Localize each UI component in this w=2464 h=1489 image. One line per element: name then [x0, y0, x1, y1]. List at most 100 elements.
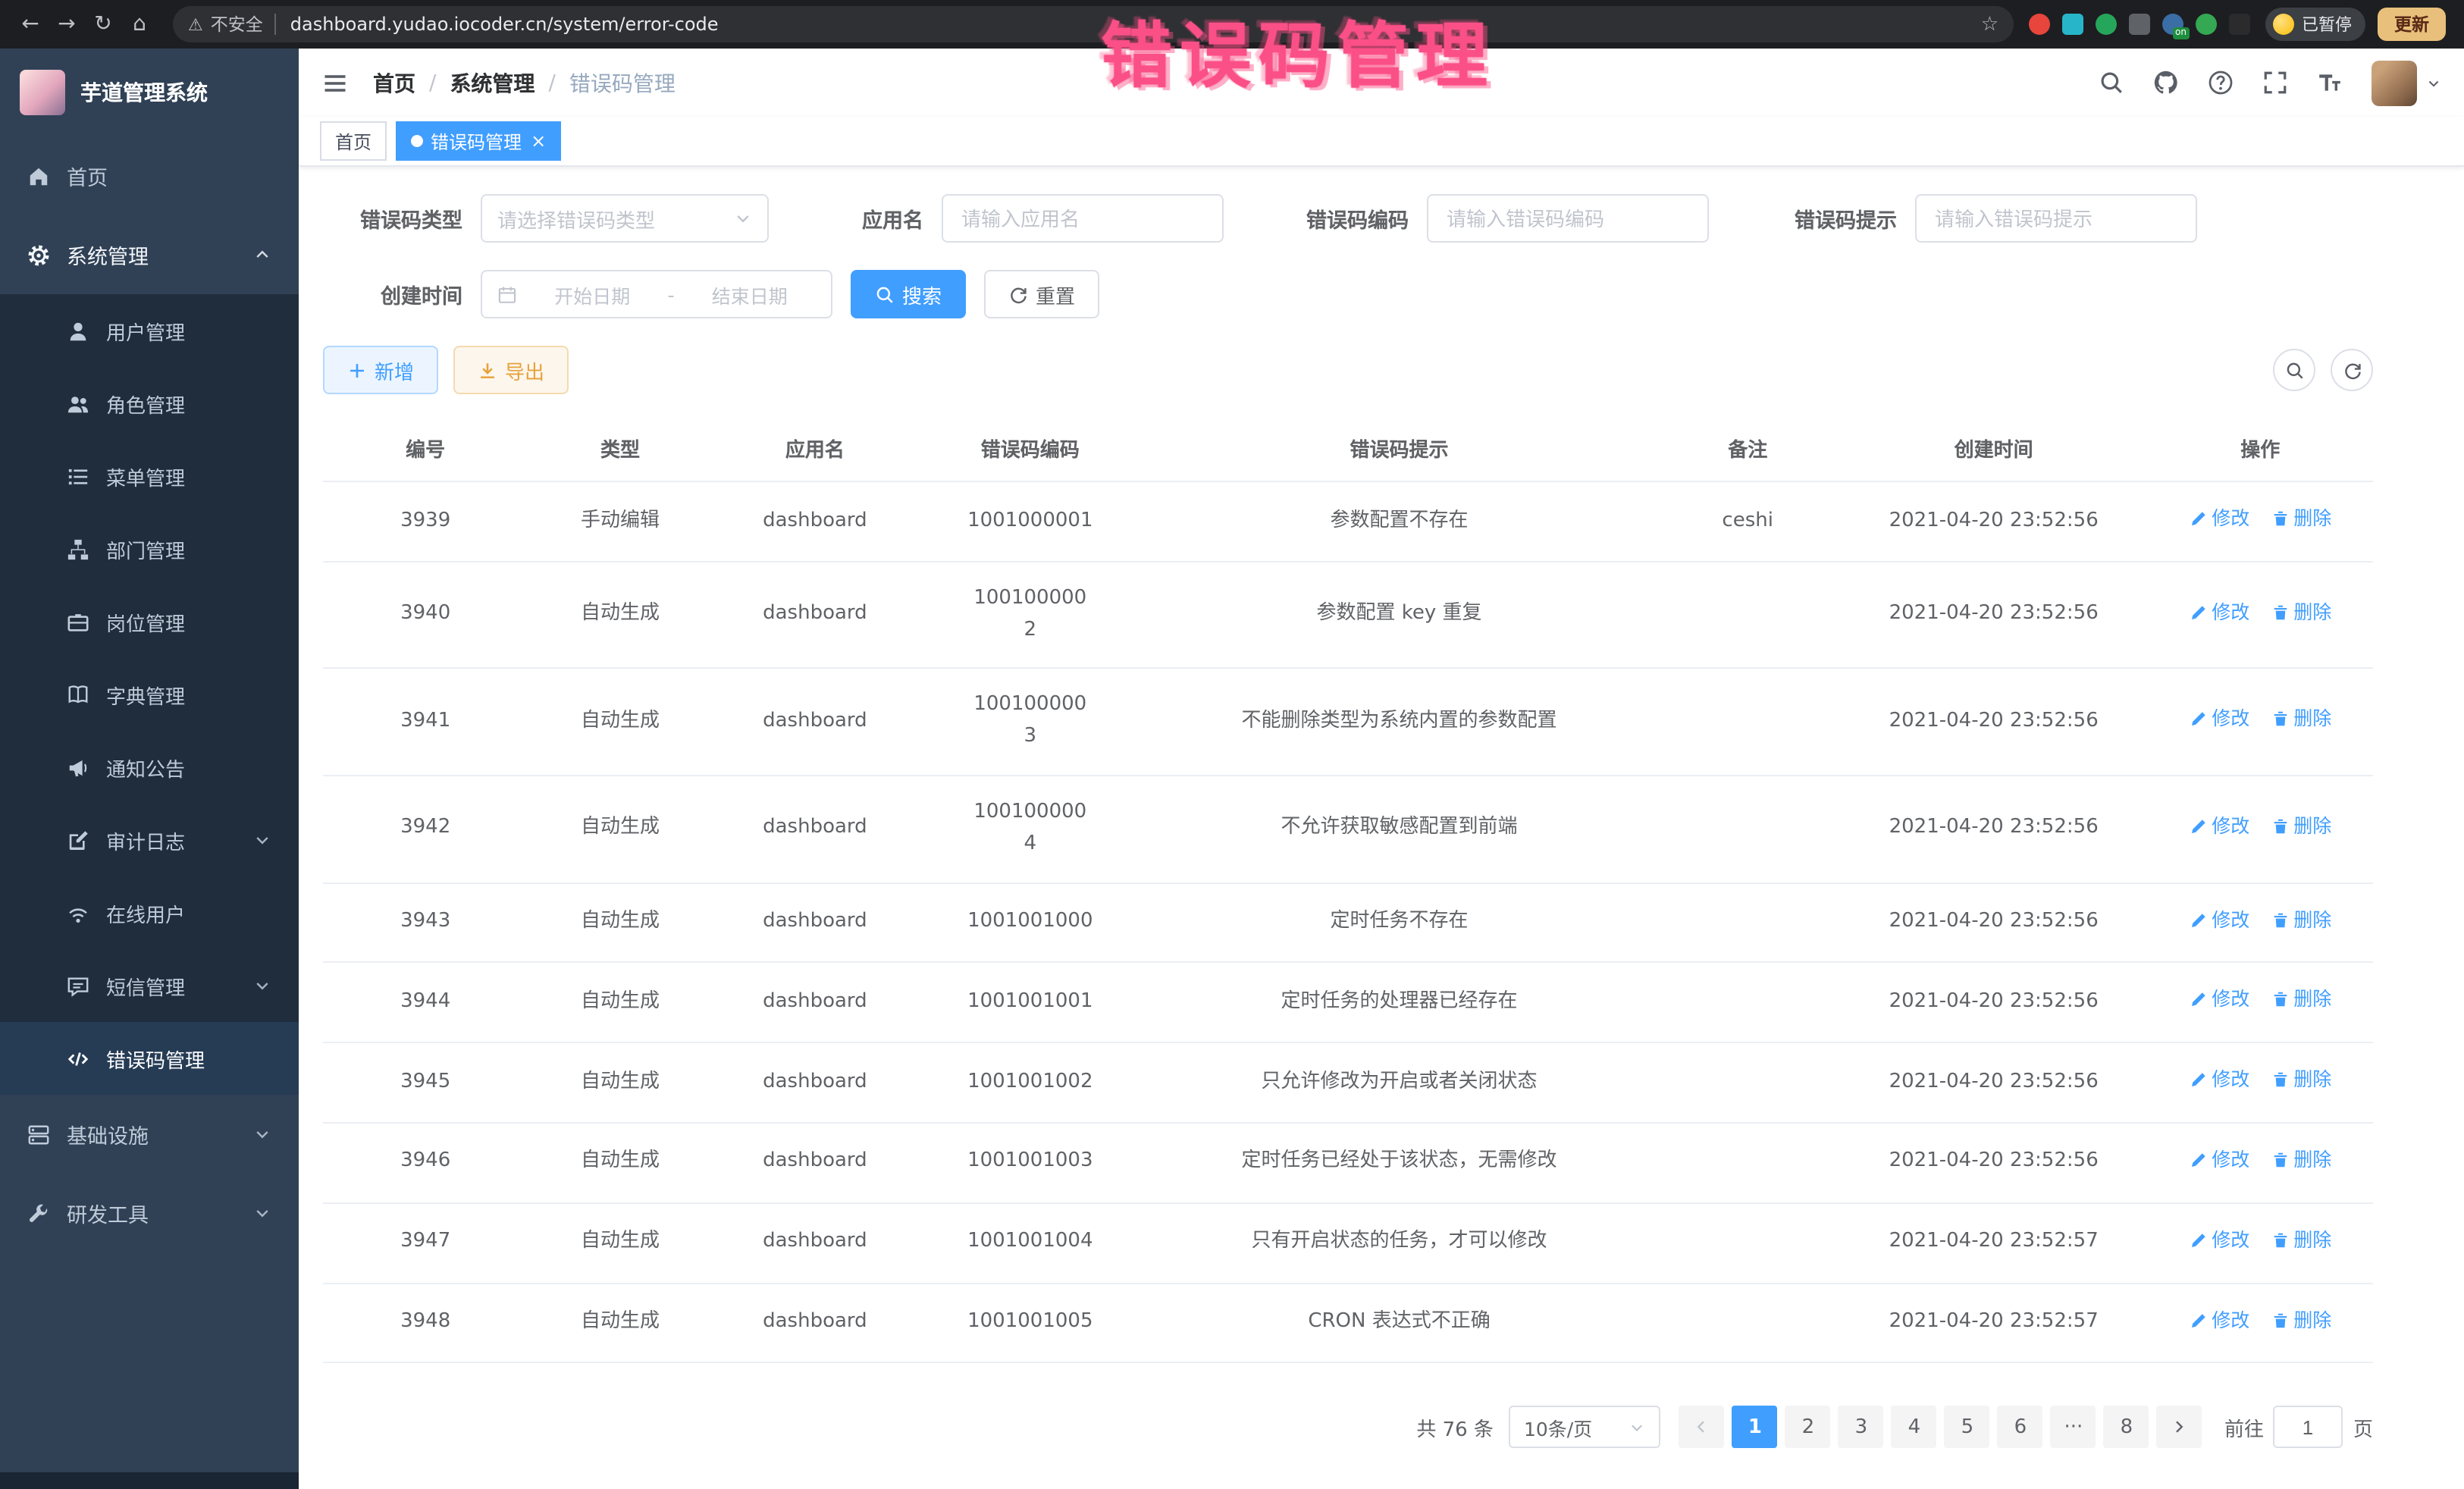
sidebar-item-error-code-management[interactable]: 错误码管理 [0, 1022, 299, 1095]
delete-link[interactable]: 删除 [2271, 1225, 2331, 1255]
sidebar-item-role-management[interactable]: 角色管理 [0, 367, 299, 440]
back-icon[interactable]: ← [12, 12, 49, 36]
sidebar-item-notice[interactable]: 通知公告 [0, 731, 299, 804]
page-button[interactable]: 5 [1945, 1406, 1990, 1449]
edit-link[interactable]: 修改 [2189, 1225, 2249, 1255]
delete-link[interactable]: 删除 [2271, 1064, 2331, 1095]
sidebar-item-post-management[interactable]: 岗位管理 [0, 585, 299, 658]
edit-link[interactable]: 修改 [2189, 597, 2249, 627]
fullscreen-icon[interactable] [2262, 70, 2288, 96]
search-icon [2284, 360, 2304, 380]
breadcrumb-separator: / [548, 71, 555, 95]
font-size-icon[interactable] [2317, 70, 2343, 96]
reset-button[interactable]: 重置 [984, 270, 1099, 318]
extension-icon[interactable] [2129, 14, 2150, 35]
filter-row-1: 错误码类型 请选择错误码类型 应用名 错误码编码 错误码提示 [323, 194, 2373, 243]
page-goto-input[interactable] [2273, 1406, 2343, 1449]
sidebar-item-dict-management[interactable]: 字典管理 [0, 658, 299, 731]
help-question-icon[interactable] [2208, 70, 2234, 96]
sidebar-item-menu-management[interactable]: 菜单管理 [0, 440, 299, 513]
refresh-table-button[interactable] [2331, 349, 2373, 391]
edit-link[interactable]: 修改 [2189, 1145, 2249, 1175]
edit-link[interactable]: 修改 [2189, 1305, 2249, 1335]
page-button[interactable]: 6 [1998, 1406, 2043, 1449]
extension-icon[interactable] [2062, 14, 2083, 35]
hamburger-icon[interactable] [321, 69, 349, 96]
table-row: 3947自动生成dashboard1001001004只有开启状态的任务，才可以… [323, 1203, 2373, 1284]
extension-icon[interactable] [2196, 14, 2217, 35]
page-button[interactable]: 3 [1839, 1406, 1884, 1449]
next-page-button[interactable] [2157, 1406, 2202, 1449]
delete-link[interactable]: 删除 [2271, 1145, 2331, 1175]
breadcrumb-item[interactable]: 首页 [373, 67, 415, 98]
delete-link[interactable]: 删除 [2271, 597, 2331, 627]
delete-link[interactable]: 删除 [2271, 503, 2331, 534]
edit-link[interactable]: 修改 [2189, 704, 2249, 735]
page-size-select[interactable]: 10条/页 [1509, 1406, 1660, 1449]
sidebar-item-label: 用户管理 [106, 316, 185, 345]
sidebar-item-dev-tools[interactable]: 研发工具 [0, 1174, 299, 1252]
table-row: 3944自动生成dashboard1001001001定时任务的处理器已经存在2… [323, 963, 2373, 1043]
page-ellipsis[interactable]: ··· [2051, 1406, 2096, 1449]
extension-icon[interactable] [2029, 14, 2050, 35]
browser-update-button[interactable]: 更新 [2378, 8, 2446, 41]
edit-link[interactable]: 修改 [2189, 904, 2249, 935]
delete-link[interactable]: 删除 [2271, 904, 2331, 935]
search-icon[interactable] [2099, 70, 2124, 96]
sidebar-item-system-management[interactable]: 系统管理 [0, 215, 299, 294]
edit-link[interactable]: 修改 [2189, 1064, 2249, 1095]
extension-icon[interactable] [2229, 14, 2250, 35]
sidebar-item-online-users[interactable]: 在线用户 [0, 876, 299, 949]
sidebar-item-dept-management[interactable]: 部门管理 [0, 513, 299, 585]
sidebar-item-home[interactable]: 首页 [0, 136, 299, 215]
export-button[interactable]: 导出 [453, 346, 569, 394]
edit-link[interactable]: 修改 [2189, 985, 2249, 1015]
page-button[interactable]: 1 [1732, 1406, 1778, 1449]
address-bar[interactable]: ⚠ 不安全 dashboard.yudao.iocoder.cn/system/… [173, 6, 2014, 42]
github-icon[interactable] [2153, 70, 2179, 96]
online-signal-icon [67, 901, 89, 924]
create-time-range-picker[interactable]: 开始日期 - 结束日期 [481, 270, 832, 318]
sidebar-item-infrastructure[interactable]: 基础设施 [0, 1095, 299, 1174]
table-row: 3939手动编辑dashboard1001000001参数配置不存在ceshi2… [323, 481, 2373, 562]
error-type-select[interactable]: 请选择错误码类型 [481, 194, 769, 243]
tag-close-icon[interactable]: × [531, 130, 546, 152]
delete-link[interactable]: 删除 [2271, 985, 2331, 1015]
profile-paused-chip[interactable]: 已暂停 [2265, 8, 2365, 41]
home-icon[interactable]: ⌂ [121, 12, 158, 36]
sidebar-item-sms-management[interactable]: 短信管理 [0, 949, 299, 1022]
page-button[interactable]: 4 [1892, 1406, 1937, 1449]
header-actions [2099, 60, 2441, 105]
error-code-input[interactable] [1427, 194, 1709, 243]
edit-link[interactable]: 修改 [2189, 811, 2249, 842]
sidebar-item-user-management[interactable]: 用户管理 [0, 294, 299, 367]
extension-on-badge: on [2172, 27, 2190, 39]
logo-row[interactable]: 芋道管理系统 [0, 49, 299, 136]
security-label: 不安全 [211, 12, 263, 36]
page-button[interactable]: 2 [1785, 1406, 1831, 1449]
delete-link[interactable]: 删除 [2271, 1305, 2331, 1335]
add-button[interactable]: 新增 [323, 346, 438, 394]
delete-link[interactable]: 删除 [2271, 811, 2331, 842]
extension-icon[interactable]: on [2162, 14, 2183, 35]
forward-icon[interactable]: → [49, 12, 85, 36]
search-button[interactable]: 搜索 [851, 270, 966, 318]
prev-page-button[interactable] [1679, 1406, 1725, 1449]
page-button[interactable]: 8 [2104, 1406, 2149, 1449]
extension-icon[interactable] [2096, 14, 2117, 35]
toggle-search-button[interactable] [2273, 349, 2315, 391]
delete-link[interactable]: 删除 [2271, 704, 2331, 735]
breadcrumb-item[interactable]: 系统管理 [450, 67, 534, 98]
app-name-input[interactable] [942, 194, 1224, 243]
sidebar-item-audit-log[interactable]: 审计日志 [0, 804, 299, 876]
bookmark-star-icon[interactable]: ☆ [1981, 13, 1998, 36]
pagination: 共 76 条 10条/页 1 2 3 4 5 6 ··· 8 前往 [323, 1406, 2373, 1449]
tag-error-code-management[interactable]: 错误码管理 × [396, 121, 561, 161]
user-avatar-menu[interactable] [2372, 60, 2441, 105]
tag-home[interactable]: 首页 [320, 121, 387, 161]
chevron-down-icon [1629, 1419, 1645, 1436]
reload-icon[interactable]: ↻ [85, 12, 121, 36]
error-hint-input[interactable] [1915, 194, 2197, 243]
edit-link[interactable]: 修改 [2189, 503, 2249, 534]
sidebar-item-label: 基础设施 [67, 1119, 149, 1149]
